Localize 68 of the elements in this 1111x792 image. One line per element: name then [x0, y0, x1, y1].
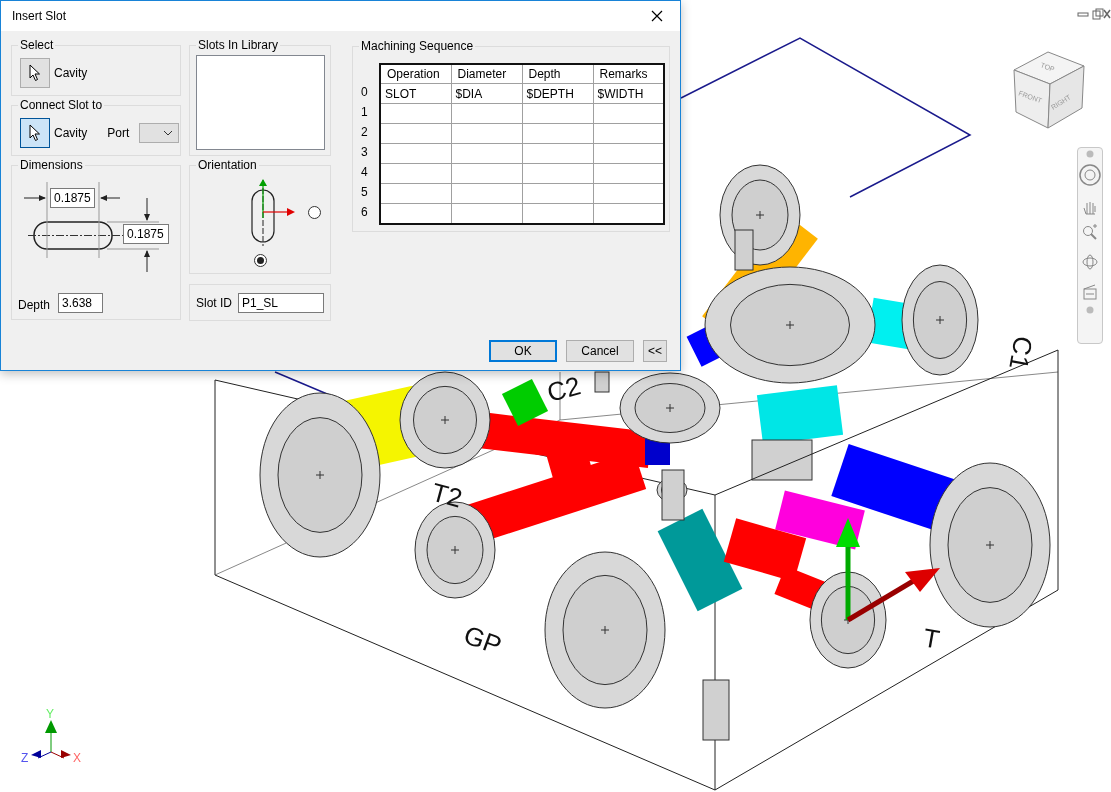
port-dropdown[interactable] — [139, 123, 180, 143]
row-number: 1 — [361, 104, 369, 121]
group-title: Machining Sequence — [359, 38, 476, 54]
port-label: T2 — [428, 476, 466, 514]
empty-table-cell[interactable] — [522, 123, 593, 144]
window-title: Insert Slot — [12, 8, 67, 25]
empty-table-cell[interactable] — [380, 123, 451, 144]
depth-label: Depth — [18, 297, 51, 314]
orbit-icon[interactable] — [1082, 254, 1098, 270]
empty-table-cell[interactable] — [451, 183, 522, 204]
column-header: Operation — [380, 64, 451, 84]
cursor-icon — [29, 124, 41, 142]
slot-id-field[interactable]: P1_SL — [238, 293, 324, 313]
height-field[interactable]: 0.1875 — [123, 224, 169, 244]
table-cell[interactable]: $DIA — [451, 83, 522, 104]
empty-table-cell[interactable] — [451, 103, 522, 124]
show-motion-icon[interactable] — [1083, 284, 1097, 300]
pick-button[interactable] — [20, 118, 50, 148]
row-number: 3 — [361, 144, 369, 161]
pick-button[interactable] — [20, 58, 50, 88]
axis-triad-drawing — [31, 720, 71, 759]
steering-wheel-icon[interactable] — [1079, 164, 1101, 186]
column-header: Depth — [522, 64, 593, 84]
empty-table-cell[interactable] — [380, 103, 451, 124]
row-number: 5 — [361, 184, 369, 201]
empty-table-cell[interactable] — [522, 163, 593, 184]
empty-table-cell[interactable] — [522, 103, 593, 124]
port-label: Port — [107, 125, 130, 142]
restore-icon[interactable] — [1092, 8, 1104, 20]
table-cell[interactable]: $DEPTH — [522, 83, 593, 104]
empty-table-cell[interactable] — [451, 163, 522, 184]
axis-label: X — [73, 751, 81, 765]
empty-table-cell[interactable] — [380, 183, 451, 204]
cursor-icon — [29, 64, 41, 82]
empty-table-cell[interactable] — [380, 143, 451, 164]
picker-label: Cavity — [54, 125, 88, 142]
empty-table-cell[interactable] — [522, 143, 593, 164]
axis-label: Y — [46, 707, 54, 721]
port-label: C1 — [1003, 333, 1039, 372]
empty-table-cell[interactable] — [451, 123, 522, 144]
row-number: 6 — [361, 204, 369, 221]
axis-label: Z — [21, 751, 29, 765]
radio-button[interactable] — [308, 206, 321, 219]
port-label: C2 — [543, 370, 584, 408]
radio-button[interactable] — [254, 254, 267, 267]
port-label: GP — [459, 619, 506, 661]
empty-table-cell[interactable] — [380, 163, 451, 184]
empty-table-cell[interactable] — [451, 143, 522, 164]
row-number: 4 — [361, 164, 369, 181]
zoom-icon[interactable] — [1082, 224, 1098, 240]
column-header: Diameter — [451, 64, 522, 84]
row-number: 0 — [361, 84, 369, 101]
pan-hand-icon[interactable] — [1082, 200, 1098, 216]
group-title: Slots In Library — [196, 37, 281, 53]
slot-id-label: Slot ID — [196, 295, 232, 312]
slot-library-list[interactable] — [196, 55, 325, 150]
row-number: 2 — [361, 124, 369, 141]
port-label: T — [920, 622, 942, 655]
collapse-button[interactable]: << — [643, 340, 667, 362]
orientation-slot-drawing — [248, 178, 296, 248]
picker-label: Cavity — [54, 65, 88, 82]
width-field[interactable]: 0.1875 — [50, 188, 95, 208]
table-cell[interactable]: SLOT — [380, 83, 451, 104]
cancel-button[interactable]: Cancel — [566, 340, 634, 362]
empty-table-cell[interactable] — [522, 183, 593, 204]
ok-button[interactable]: OK — [489, 340, 557, 362]
depth-field[interactable]: 3.638 — [58, 293, 103, 313]
caret-icon — [163, 130, 174, 136]
